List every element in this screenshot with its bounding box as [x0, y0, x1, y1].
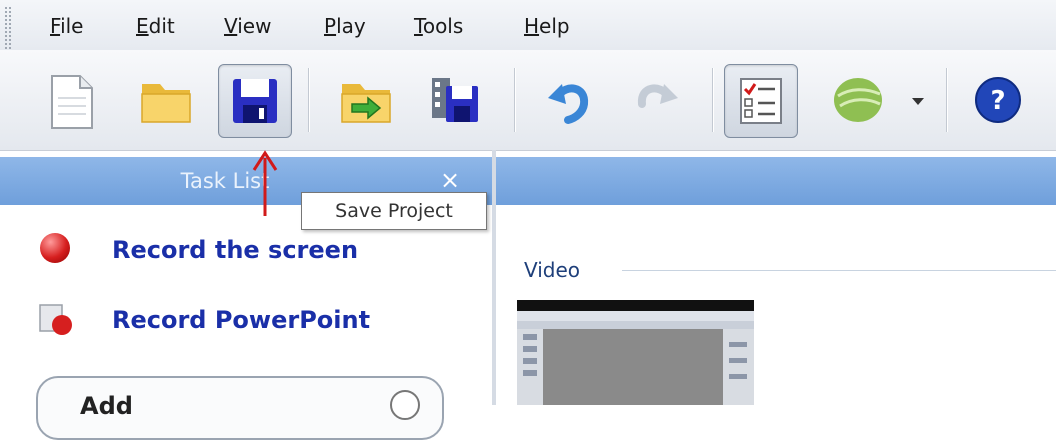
toolbar-separator — [946, 68, 948, 132]
record-dot-icon — [40, 233, 70, 263]
menu-file[interactable]: File — [50, 14, 83, 38]
save-video-icon — [432, 78, 478, 122]
save-project-button[interactable] — [218, 64, 292, 138]
new-project-button[interactable] — [36, 64, 108, 136]
folder-icon — [141, 84, 191, 123]
green-disc-icon — [834, 78, 882, 122]
clip-bin-dropdown-arrow[interactable] — [912, 98, 924, 105]
menu-play[interactable]: Play — [324, 14, 366, 38]
menu-view[interactable]: View — [224, 14, 271, 38]
redo-arrow-icon — [637, 84, 678, 108]
task-list-title: Task List — [180, 169, 270, 193]
video-thumbnail[interactable] — [517, 300, 754, 405]
redo-button[interactable] — [622, 64, 694, 136]
menu-edit[interactable]: Edit — [136, 14, 175, 38]
produce-video-button[interactable] — [418, 64, 490, 136]
undo-button[interactable] — [532, 64, 604, 136]
close-icon[interactable]: × — [440, 166, 460, 194]
menu-tools[interactable]: Tools — [414, 14, 463, 38]
toolbar-separator — [514, 68, 516, 132]
save-project-tooltip: Save Project — [301, 192, 487, 230]
import-media-button[interactable] — [328, 64, 400, 136]
svg-text:?: ? — [990, 86, 1005, 116]
clip-bin-button[interactable] — [822, 64, 894, 136]
checklist-icon — [740, 78, 782, 124]
powerpoint-record-icon — [39, 304, 72, 335]
section-divider — [622, 270, 1056, 271]
undo-arrow-icon — [548, 84, 589, 124]
menu-bar: File Edit View Play Tools Help — [0, 0, 1056, 146]
video-section-label: Video — [524, 258, 581, 282]
floppy-disk-icon — [233, 79, 277, 123]
record-screen-link[interactable]: Record the screen — [112, 236, 358, 264]
collapse-icon[interactable] — [390, 390, 420, 420]
task-list-toggle-button[interactable] — [724, 64, 798, 138]
new-document-icon — [51, 75, 93, 129]
open-project-button[interactable] — [128, 64, 200, 136]
record-powerpoint-link[interactable]: Record PowerPoint — [112, 306, 370, 334]
annotation-arrow-icon — [252, 150, 278, 216]
add-section-label: Add — [80, 392, 133, 420]
folder-import-icon — [341, 84, 391, 123]
toolbar-separator — [712, 68, 714, 132]
add-section-header[interactable]: Add — [36, 376, 444, 440]
canvas-header — [496, 157, 1056, 205]
toolbar: ? — [0, 50, 1056, 151]
toolbar-separator — [308, 68, 310, 132]
video-thumbnail-image — [517, 300, 754, 405]
help-button[interactable]: ? — [962, 64, 1034, 136]
help-icon: ? — [975, 77, 1021, 123]
menu-help[interactable]: Help — [524, 14, 570, 38]
panel-splitter[interactable] — [492, 150, 496, 405]
